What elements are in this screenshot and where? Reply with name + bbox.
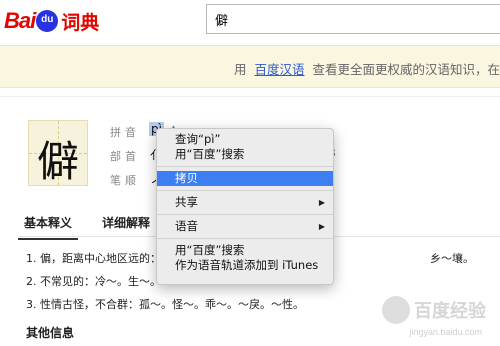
menu-item-speech-label: 语音 (175, 219, 198, 233)
promo-banner: 用 百度汉语 查看更全面更权威的汉语知识，在 (0, 45, 500, 88)
logo-du-text: du (41, 14, 54, 25)
menu-item-lookup[interactable]: 查询“pì” (157, 132, 333, 147)
tab-detailed-explanation[interactable]: 详细解释 (96, 214, 156, 238)
other-info-heading: 其他信息 (26, 326, 75, 340)
baidu-paw-icon (382, 296, 410, 324)
watermark-url: jingyan.baidu.com (409, 327, 482, 337)
menu-item-search-baidu-service[interactable]: 用“百度”搜索 (157, 243, 333, 258)
baidu-cidian-logo[interactable]: Bai du 词典 (4, 6, 99, 36)
baidu-paw-icon: du (36, 10, 59, 32)
menu-item-add-to-itunes[interactable]: 作为语音轨道添加到 iTunes (157, 258, 333, 273)
menu-item-speech[interactable]: 语音 ▶ (157, 219, 333, 234)
menu-item-copy[interactable]: 拷贝 (157, 171, 333, 186)
character-glyph: 僻 (36, 137, 79, 186)
definition-item: 2. 不常见的：冷～。生～。 (26, 275, 161, 288)
banner-prefix: 用 (233, 62, 247, 77)
submenu-arrow-icon: ▶ (318, 222, 325, 231)
menu-separator (157, 190, 333, 191)
banner-text: 用 百度汉语 查看更全面更权威的汉语知识，在 (234, 59, 500, 78)
menu-item-search-baidu[interactable]: 用“百度”搜索 (157, 147, 333, 162)
bushou-label: 部首 (110, 150, 140, 163)
baidu-hanyu-link[interactable]: 百度汉语 (254, 62, 304, 77)
menu-separator (157, 166, 333, 167)
character-grid-box: 僻 (28, 120, 88, 186)
logo-cidian-text: 词典 (61, 11, 100, 34)
logo-bai-text: Bai (4, 8, 36, 33)
definition-item: 1. 偏，距离中心地区远的： (26, 252, 161, 265)
banner-suffix: 查看更全面更权威的汉语知识，在 (312, 62, 500, 77)
search-input[interactable] (206, 4, 500, 34)
header: Bai du 词典 (0, 0, 500, 44)
menu-separator (157, 238, 333, 239)
bihua-label: 笔顺 (110, 174, 140, 187)
definition-tabs: 基本释义 详细解释 (18, 214, 174, 240)
submenu-arrow-icon: ▶ (318, 198, 325, 207)
watermark: 百度经验 (382, 296, 486, 324)
menu-item-share[interactable]: 共享 ▶ (157, 195, 333, 210)
menu-separator (157, 214, 333, 215)
menu-item-share-label: 共享 (175, 195, 198, 209)
definition-item-tail: 乡～壤。 (430, 252, 474, 265)
context-menu: 查询“pì” 用“百度”搜索 拷贝 共享 ▶ 语音 ▶ 用“百度”搜索 作为语音… (156, 128, 334, 285)
definition-item: 3. 性情古怪，不合群：孤～。怪～。乖～。～戾。～性。 (26, 298, 304, 311)
pinyin-label: 拼音 (110, 126, 140, 139)
divider (0, 96, 500, 97)
watermark-text: 百度经验 (414, 301, 486, 322)
